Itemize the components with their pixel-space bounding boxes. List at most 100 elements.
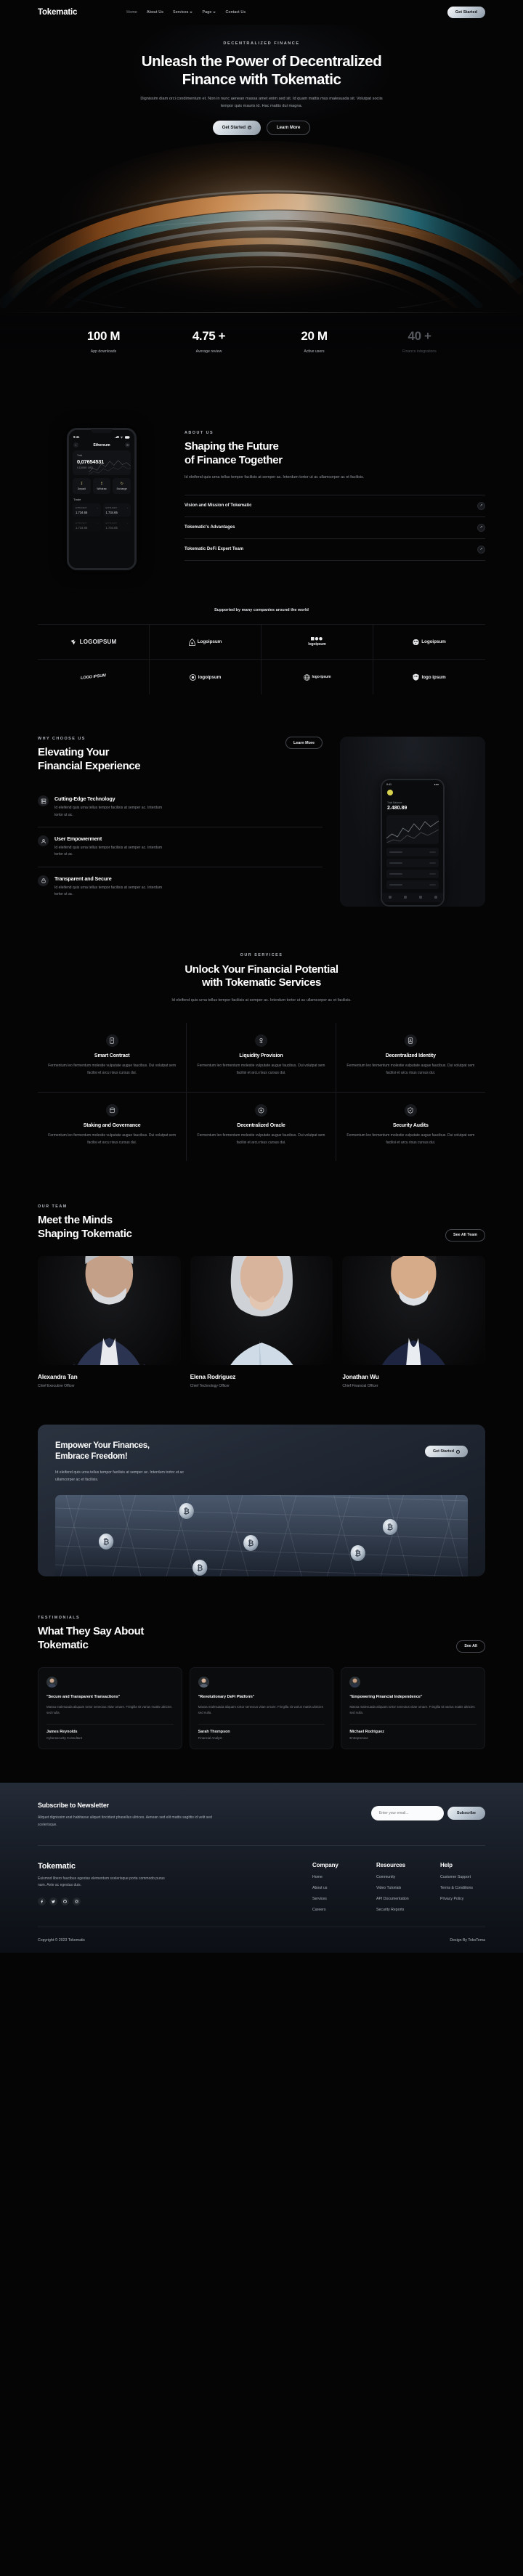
footer-link-security-reports[interactable]: Security Reports: [376, 1908, 421, 1912]
hero-learn-more-button[interactable]: Learn More: [267, 120, 311, 135]
footer-column-title: Resources: [376, 1861, 406, 1868]
trade-pair: ETH/USDT: [76, 521, 87, 524]
newsletter-subscribe-button[interactable]: Subscribe: [447, 1807, 485, 1820]
service-card-decentralized-oracle[interactable]: Decentralized Oracle Fermentum leo ferme…: [187, 1092, 336, 1162]
exchange-icon: ↻: [120, 482, 123, 486]
nav-item-contact-us[interactable]: Contact Us: [225, 10, 246, 15]
contract-icon: [105, 1034, 118, 1048]
phone-action-exchange[interactable]: ↻ Exchange: [113, 478, 131, 494]
nav-item-page[interactable]: Page: [202, 10, 216, 15]
team-header: OUR TEAM Meet the Minds Shaping Tokemati…: [38, 1204, 485, 1242]
site-logo[interactable]: Tokematic: [38, 8, 77, 17]
footer-link-services[interactable]: Services: [312, 1897, 357, 1901]
nav-home-icon: [388, 896, 392, 899]
footer-link-terms-conditions[interactable]: Terms & Conditions: [440, 1886, 485, 1890]
team-member-card[interactable]: Elena Rodriguez Chief Technology Officer: [190, 1255, 333, 1388]
phone-action-deposit[interactable]: ↧ Deposit: [73, 478, 91, 494]
chevron-right-icon: ›: [126, 521, 128, 524]
see-all-testimonials-button[interactable]: See All: [456, 1640, 485, 1653]
why-learn-more-button[interactable]: Learn More: [285, 737, 323, 749]
why-feature-list: Cutting-Edge Technology Id eleifend quis…: [38, 787, 323, 907]
service-card-smart-contract[interactable]: Smart Contract Fermentum leo fermentum m…: [38, 1023, 187, 1093]
chevron-down-icon: [213, 12, 216, 13]
trade-price: 1.734.65: [105, 510, 118, 514]
arrow-up-right-icon[interactable]: ↗: [477, 545, 485, 554]
cta-title-line-2: Embrace Freedom!: [55, 1452, 128, 1462]
service-card-decentralized-identity[interactable]: Decentralized Identity Fermentum leo fer…: [336, 1023, 485, 1093]
stat-average-review: 4.75 + Average review: [156, 329, 262, 354]
arrow-right-icon: ↗: [456, 1449, 460, 1454]
accordion-item-vision-mission[interactable]: Vision and Mission of Tokematic ↗: [185, 494, 485, 517]
stat-value: 100 M: [86, 329, 121, 343]
phone-trade-item[interactable]: ETH/USDT › 1.734.65: [73, 519, 101, 532]
testimonial-author-role: Cybersecurity Consultant: [46, 1736, 83, 1741]
footer-link-video-tutorials[interactable]: Video Tutorials: [376, 1886, 421, 1890]
instagram-icon[interactable]: [73, 1897, 81, 1906]
phone2-asset-row[interactable]: [386, 858, 439, 867]
support-headset-icon[interactable]: ☉: [125, 442, 130, 447]
cta-get-started-button[interactable]: Get Started ↗: [424, 1446, 468, 1458]
footer-link-careers[interactable]: Careers: [312, 1908, 357, 1912]
footer-link-about-us[interactable]: About us: [312, 1886, 357, 1890]
footer-link-home[interactable]: Home: [312, 1875, 357, 1879]
phone-trade-item[interactable]: ETH/USDT › 1.734.65: [102, 519, 131, 532]
back-chevron-icon[interactable]: ‹: [73, 442, 78, 447]
cta-section: Empower Your Finances, Embrace Freedom! …: [0, 1388, 523, 1577]
hero-get-started-button[interactable]: Get Started ↗: [212, 120, 261, 135]
see-all-team-button[interactable]: See All Team: [445, 1228, 485, 1242]
stat-label: Active users: [304, 349, 325, 354]
phone-status-bar: 9:41: [68, 433, 135, 439]
phone2-asset-row[interactable]: [386, 847, 439, 856]
partner-logo-text: logo-ipsum: [312, 675, 331, 679]
hero-eyebrow: DECENTRALIZED FINANCE: [223, 41, 300, 46]
footer-link-privacy-policy[interactable]: Privacy Policy: [440, 1897, 485, 1901]
nav-item-services[interactable]: Services: [173, 10, 193, 15]
hero-get-started-label: Get Started: [222, 125, 246, 130]
service-description: Fermentum leo fermentum molestie vulputa…: [197, 1064, 325, 1076]
nav-item-about-us[interactable]: About Us: [147, 10, 163, 15]
get-started-button[interactable]: Get Started: [447, 7, 485, 18]
footer-bottom-bar: Copyright © 2023 Tokematic Design By Tok…: [38, 1926, 485, 1953]
service-card-security-audits[interactable]: Security Audits Fermentum leo fermentum …: [336, 1093, 485, 1162]
trade-pair: ETH/USDT: [105, 506, 117, 509]
footer-link-api-documentation[interactable]: API Documentation: [376, 1897, 421, 1901]
footer-link-community[interactable]: Community: [376, 1875, 421, 1879]
wallet-accent-dot: [387, 789, 393, 795]
nav-item-home[interactable]: Home: [126, 10, 137, 15]
accordion-item-expert-team[interactable]: Tokematic DeFi Expert Team ↗: [185, 539, 485, 561]
phone2-asset-row[interactable]: [386, 869, 439, 878]
phone-action-withdraw[interactable]: ↥ Withdraw: [92, 478, 111, 494]
footer-link-customer-support[interactable]: Customer Support: [440, 1875, 485, 1879]
newsletter-form: Subscribe: [370, 1806, 485, 1821]
nav-item-label: Page: [202, 10, 212, 15]
testimonial-card: "Empowering Financial Independence" Mass…: [341, 1666, 485, 1750]
newsletter-email-input[interactable]: [370, 1806, 444, 1821]
accordion-item-advantages[interactable]: Tokematic's Advantages ↗: [185, 517, 485, 539]
team-member-card[interactable]: Alexandra Tan Chief Executive Officer: [38, 1255, 181, 1388]
why-eyebrow: WHY CHOOSE US: [38, 737, 86, 741]
testimonial-author-name: James Reynolds: [46, 1730, 78, 1735]
facebook-icon[interactable]: [38, 1897, 46, 1906]
service-card-staking-and-governance[interactable]: Staking and Governance Fermentum leo fer…: [38, 1092, 187, 1162]
team-member-card[interactable]: Jonathan Wu Chief Financial Officer: [342, 1255, 485, 1388]
arrow-up-right-icon[interactable]: ↗: [477, 501, 485, 510]
team-member-photo: [342, 1255, 485, 1365]
phone-trade-item[interactable]: ETH/USDT › 1.734.65: [102, 503, 131, 517]
twitter-icon[interactable]: [49, 1897, 57, 1906]
stat-value: 40 +: [408, 329, 431, 343]
about-text-column: ABOUT US Shaping the Future of Finance T…: [185, 428, 485, 561]
service-card-liquidity-provision[interactable]: Liquidity Provision Fermentum leo fermen…: [187, 1023, 336, 1093]
footer-logo[interactable]: Tokematic: [38, 1862, 169, 1871]
signal-icon: [115, 435, 119, 439]
phone-trade-item[interactable]: ETH/USDT › 1.734.65: [73, 503, 101, 517]
github-icon[interactable]: [61, 1897, 69, 1906]
service-title: Decentralized Identity: [385, 1053, 436, 1059]
testimonials-eyebrow: TESTIMONIALS: [38, 1616, 81, 1621]
nav-item-label: Services: [173, 10, 189, 15]
why-text-column: WHY CHOOSE US Elevating Your Financial E…: [38, 737, 323, 907]
stat-finance-integrations: 40 + Finance integrations: [367, 329, 472, 354]
avatar: [349, 1676, 361, 1688]
phone2-asset-row[interactable]: [386, 880, 439, 889]
arrow-up-right-icon[interactable]: ↗: [477, 523, 485, 532]
footer-column-help: Help Customer Support Terms & Conditions…: [440, 1862, 485, 1912]
